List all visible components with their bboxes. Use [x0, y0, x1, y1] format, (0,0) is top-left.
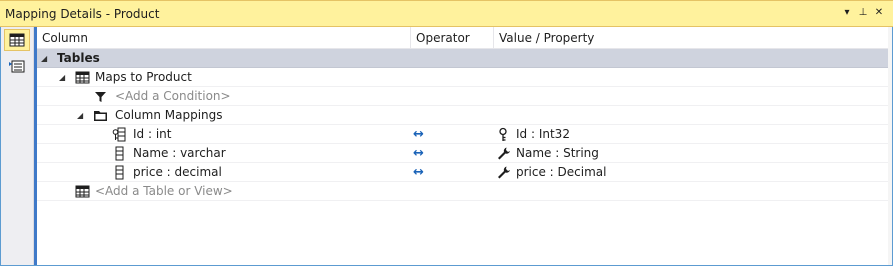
filter-icon	[95, 92, 106, 102]
mapping-grid: Column Operator Value / Property ◢ Table…	[37, 27, 888, 265]
mapping-property-label[interactable]: Name : String	[516, 144, 599, 163]
tables-label: Tables	[57, 51, 100, 65]
mapping-column-label: Id : int	[133, 127, 172, 141]
column-mappings-label: Column Mappings	[115, 108, 223, 122]
mapping-property-label[interactable]: Id : Int32	[516, 125, 570, 144]
map-to-functions-button[interactable]	[4, 55, 30, 77]
tables-group-row[interactable]: ◢ Tables	[37, 49, 888, 68]
mapping-column-label: Name : varchar	[133, 146, 226, 160]
add-condition-label[interactable]: <Add a Condition>	[115, 87, 231, 106]
key-column-icon	[112, 127, 126, 142]
mapping-row[interactable]: Id : int ↔ Id : Int32	[37, 125, 888, 144]
mapping-operator-icon: ↔	[413, 165, 424, 180]
mapping-column-label: price : decimal	[133, 165, 222, 179]
close-button[interactable]: ✕	[872, 5, 886, 21]
mapping-row[interactable]: price : decimal ↔ price : Decimal	[37, 163, 888, 182]
mapping-property-label[interactable]: price : Decimal	[516, 163, 606, 182]
add-condition-row[interactable]: <Add a Condition>	[37, 87, 888, 106]
mapping-operator-icon: ↔	[413, 146, 424, 161]
collapse-arrow-icon[interactable]: ◢	[59, 68, 65, 87]
mapping-operator-icon: ↔	[413, 127, 424, 142]
grid-header: Column Operator Value / Property	[37, 27, 888, 49]
table-grid-icon	[9, 33, 25, 47]
key-property-icon	[499, 127, 507, 141]
title-bar: Mapping Details - Product ▾ ⊥ ✕	[0, 0, 893, 27]
function-list-icon	[9, 60, 25, 73]
folder-icon	[94, 111, 107, 121]
right-edge	[888, 27, 892, 265]
wrench-property-icon	[498, 147, 510, 160]
maps-to-label: Maps to Product	[95, 70, 192, 84]
view-toolbar	[1, 27, 34, 265]
add-table-row[interactable]: <Add a Table or View>	[37, 182, 888, 201]
dropdown-menu-button[interactable]: ▾	[840, 5, 854, 21]
window-title: Mapping Details - Product	[5, 7, 160, 21]
table-icon	[75, 185, 90, 198]
value-property-header[interactable]: Value / Property	[494, 27, 888, 49]
column-icon	[115, 146, 124, 161]
wrench-property-icon	[498, 166, 510, 179]
mapping-row[interactable]: Name : varchar ↔ Name : String	[37, 144, 888, 163]
column-mappings-row[interactable]: ◢ Column Mappings	[37, 106, 888, 125]
map-entity-to-tables-button[interactable]	[4, 29, 30, 51]
collapse-arrow-icon[interactable]: ◢	[77, 106, 83, 125]
table-icon	[75, 71, 90, 84]
maps-to-row[interactable]: ◢ Maps to Product	[37, 68, 888, 87]
pin-button[interactable]: ⊥	[856, 5, 870, 21]
operator-header[interactable]: Operator	[411, 27, 494, 49]
add-table-label[interactable]: <Add a Table or View>	[95, 182, 233, 201]
column-icon	[115, 165, 124, 180]
collapse-arrow-icon[interactable]: ◢	[41, 49, 47, 68]
column-header[interactable]: Column	[37, 27, 411, 49]
